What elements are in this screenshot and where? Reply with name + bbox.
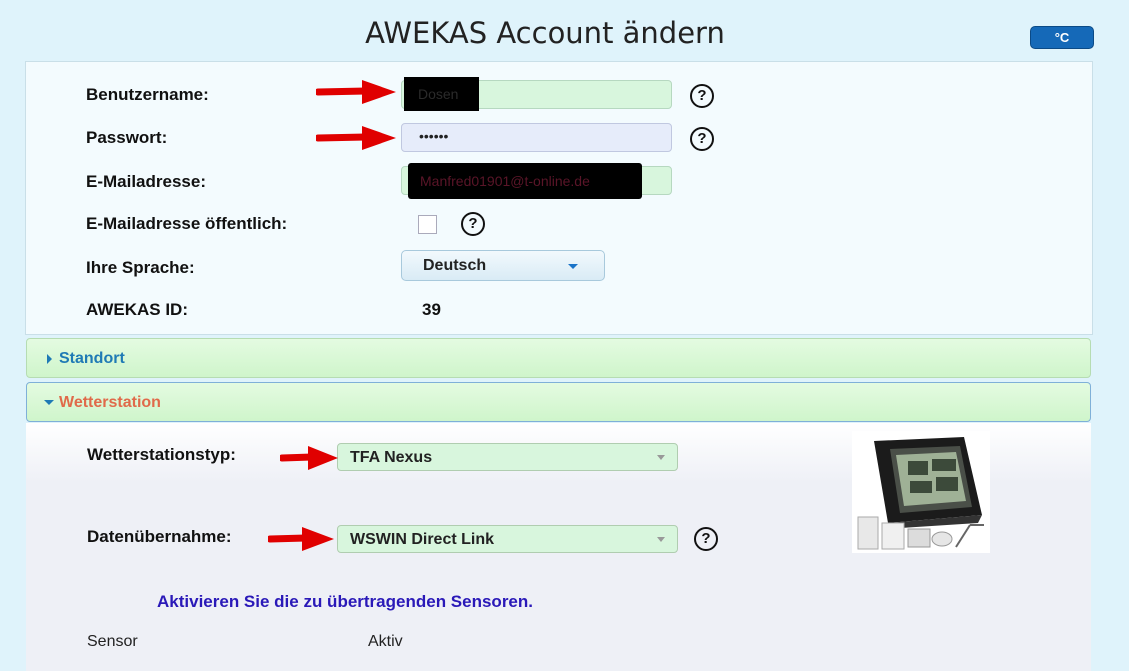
red-arrow-annotation xyxy=(316,126,396,150)
triangle-right-icon xyxy=(47,354,52,364)
username-value: Dosen xyxy=(418,86,459,102)
activate-sensors-note: Aktivieren Sie die zu übertragenden Sens… xyxy=(157,592,533,611)
password-label: Passwort: xyxy=(86,128,168,147)
data-transfer-value: WSWIN Direct Link xyxy=(350,531,495,548)
triangle-down-icon xyxy=(44,400,54,405)
caret-down-icon xyxy=(657,455,665,460)
station-type-value: TFA Nexus xyxy=(350,449,433,466)
caret-down-icon xyxy=(568,264,578,269)
unit-toggle-button[interactable]: °C xyxy=(1030,26,1094,49)
aktiv-column-header: Aktiv xyxy=(368,633,403,650)
email-public-checkbox[interactable] xyxy=(418,215,437,234)
red-arrow-annotation xyxy=(316,80,396,104)
email-public-label: E-Mailadresse öffentlich: xyxy=(86,214,288,233)
red-arrow-annotation xyxy=(280,446,338,470)
section-standort[interactable]: Standort xyxy=(26,338,1091,378)
help-icon[interactable]: ? xyxy=(690,127,714,151)
username-label: Benutzername: xyxy=(86,85,209,104)
awekas-id-value: 39 xyxy=(422,300,441,319)
station-type-label: Wetterstationstyp: xyxy=(87,445,236,464)
caret-down-icon xyxy=(657,537,665,542)
section-standort-label: Standort xyxy=(59,350,125,367)
email-value: Manfred01901@t-online.de xyxy=(420,173,590,189)
weather-station-image xyxy=(852,431,990,553)
data-transfer-select[interactable]: WSWIN Direct Link xyxy=(337,525,678,553)
email-label: E-Mailadresse: xyxy=(86,172,206,191)
data-transfer-label: Datenübernahme: xyxy=(87,527,232,546)
page-title: AWEKAS Account ändern xyxy=(365,16,725,50)
help-icon[interactable]: ? xyxy=(461,212,485,236)
password-value: •••••• xyxy=(419,128,449,144)
awekas-id-label: AWEKAS ID: xyxy=(86,300,188,319)
help-icon[interactable]: ? xyxy=(694,527,718,551)
language-label: Ihre Sprache: xyxy=(86,258,195,277)
red-arrow-annotation xyxy=(268,527,334,551)
username-redaction: Dosen xyxy=(404,77,479,111)
language-select[interactable]: Deutsch xyxy=(401,250,605,281)
language-value: Deutsch xyxy=(423,257,487,274)
password-field[interactable]: •••••• xyxy=(401,123,672,152)
station-type-select[interactable]: TFA Nexus xyxy=(337,443,678,471)
help-icon[interactable]: ? xyxy=(690,84,714,108)
sensor-column-header: Sensor xyxy=(87,633,138,650)
section-wetterstation[interactable]: Wetterstation xyxy=(26,382,1091,422)
email-redaction: Manfred01901@t-online.de xyxy=(408,163,642,199)
section-wetterstation-label: Wetterstation xyxy=(59,394,161,411)
